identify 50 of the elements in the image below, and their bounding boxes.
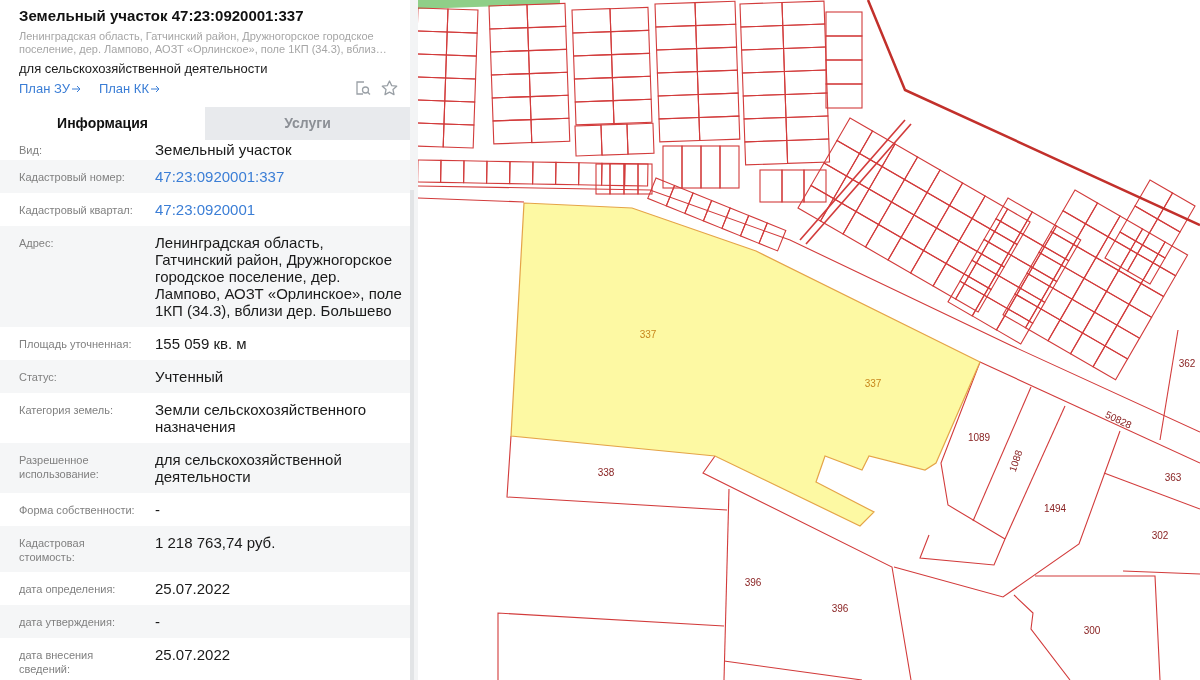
parcel-number: 1494: [1043, 503, 1067, 514]
cadastral-map[interactable]: 337 337 338 1089 1088 1494 363 302 362 396 396 300 50828: [418, 0, 1200, 680]
field-value: 25.07.2022: [155, 646, 232, 663]
document-search-icon[interactable]: [355, 80, 371, 96]
field-label: Кадастровый квартал:: [19, 203, 134, 217]
field-value: -: [155, 501, 161, 518]
field-value: -: [155, 613, 161, 630]
field-label: Категория земель:: [19, 403, 115, 417]
field-label: Вид:: [19, 143, 43, 157]
field-label: дата внесения сведений:: [19, 648, 95, 676]
field-value-link[interactable]: 47:23:0920001: [155, 201, 402, 218]
field-label: Форма собственности:: [19, 503, 136, 517]
field-value: Учтенный: [155, 368, 225, 385]
arrow-icon: [151, 85, 161, 93]
field-label: Разрешенное использование:: [19, 453, 100, 481]
field-value: для сельскохозяйственной деятельности: [155, 451, 343, 485]
field-label: дата определения:: [19, 582, 117, 596]
parcel-number: 363: [1164, 472, 1182, 483]
plan-link[interactable]: План ЗУ: [19, 81, 81, 97]
parcel-number: 396: [744, 577, 762, 588]
field-value: 1 218 763,74 руб.: [155, 534, 277, 551]
parcel-purpose: для сельскохозяйственной деятельности: [19, 61, 269, 77]
parcel-number: 1088: [1007, 448, 1025, 474]
field-value: 155 059 кв. м: [155, 335, 248, 352]
plan-link[interactable]: План КК: [98, 81, 161, 97]
star-icon[interactable]: [381, 80, 398, 96]
parcel-number: 300: [1083, 625, 1101, 636]
field-value: Земли сельскохозяйственного назначения: [155, 401, 368, 435]
parcel-title: Земельный участок 47:23:0920001:337: [19, 6, 305, 26]
field-label: Кадастровая стоимость:: [19, 536, 86, 564]
parcel-number: 302: [1151, 530, 1169, 541]
parcel-number: 396: [831, 603, 849, 614]
tab[interactable]: Услуги: [205, 107, 410, 140]
field-label: Статус:: [19, 370, 58, 384]
parcel-number: 337: [639, 329, 657, 340]
parcel-number: 338: [597, 467, 615, 478]
field-value: 25.07.2022: [155, 580, 232, 597]
field-label: Адрес:: [19, 236, 55, 250]
field-label: Кадастровый номер:: [19, 170, 126, 184]
parcel-number: 50828: [1103, 408, 1134, 431]
field-label: Площадь уточненная:: [19, 337, 133, 351]
arrow-icon: [71, 85, 81, 93]
field-value: Ленинградская область, Гатчинский район, Дружногорское городское поселение, дер. Лампово, АОЗТ «Орлинское», поле 1КП (34.3), вблизи дер. Большево: [155, 234, 402, 319]
field-value: Земельный участок: [155, 141, 293, 158]
parcel-number: 337: [864, 378, 882, 389]
field-label: дата утверждения:: [19, 615, 116, 629]
parcel-address: Ленинградская область, Гатчинский район, Дружногорское городское поселение, дер. Лампово, АОЗТ «Орлинское», поле 1КП (34.3), вблиз…: [19, 30, 388, 56]
parcel-number: 362: [1178, 358, 1196, 369]
parcel-number: 1089: [967, 432, 991, 443]
field-value-link[interactable]: 47:23:0920001:337: [155, 168, 402, 185]
